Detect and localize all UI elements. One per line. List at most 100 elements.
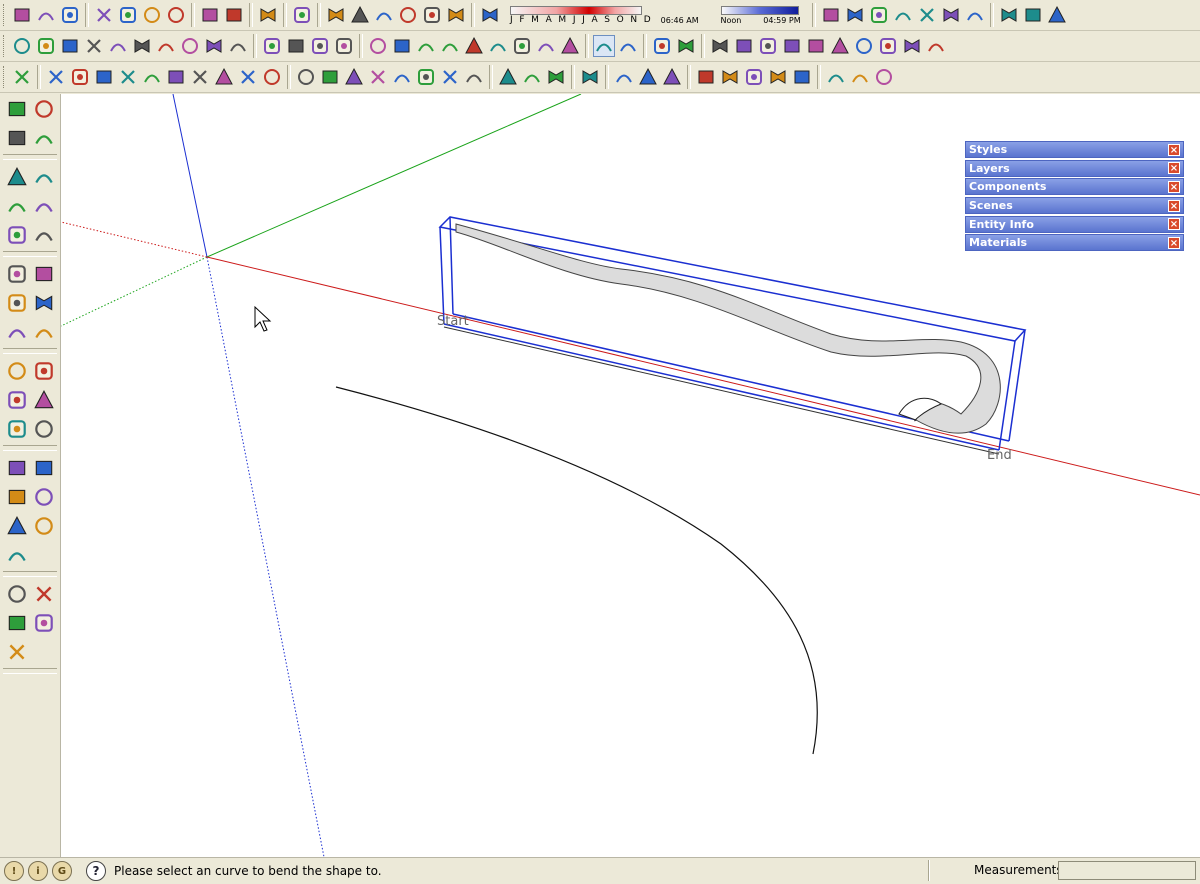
toggle-terrain-button[interactable] [4,610,29,636]
offset-button[interactable] [31,319,56,345]
diamond-button[interactable] [675,35,697,57]
rotate-button[interactable] [4,290,29,316]
oval-button[interactable] [309,35,331,57]
paint-bucket-button[interactable] [4,125,29,151]
close-icon[interactable]: × [1168,180,1180,193]
tray-panel-materials[interactable]: Materials × [965,234,1184,252]
parallelogram-button[interactable] [487,35,509,57]
tray-panel-styles[interactable]: Styles × [965,141,1184,158]
stretch-button[interactable] [391,66,413,88]
close-icon[interactable]: × [1168,143,1180,156]
eraser-button[interactable] [31,125,56,151]
arc-button[interactable] [107,35,129,57]
tape-measure-button[interactable] [4,358,29,384]
cut-button[interactable] [93,4,115,26]
wireframe-button[interactable] [868,4,890,26]
layers-folder-button[interactable] [849,66,871,88]
close-icon[interactable]: × [1168,236,1180,249]
push-pull-group-button[interactable] [343,66,365,88]
zigzag-button[interactable] [179,35,201,57]
close-icon[interactable]: × [1168,199,1180,212]
lift-button[interactable] [579,66,601,88]
component-button[interactable] [1046,4,1068,26]
selected-shape[interactable] [438,216,1027,455]
tray-panel-entity-info[interactable]: Entity Info × [965,215,1184,233]
axis-j-button[interactable] [695,66,717,88]
filter-axis-button[interactable] [925,35,947,57]
tray-panel-components[interactable]: Components × [965,178,1184,196]
filter-text-button[interactable] [877,35,899,57]
toolbar-grip[interactable] [3,35,7,57]
box-cut-button[interactable] [213,66,235,88]
shadow-settings-button[interactable] [479,4,501,26]
section-button[interactable] [613,66,635,88]
geo-location-icon[interactable]: ! [4,861,24,881]
dimension-button[interactable] [69,66,91,88]
window-button[interactable] [873,66,895,88]
soften-button[interactable] [295,66,317,88]
add-location-button[interactable] [4,581,29,607]
rotate-cycle-button[interactable] [521,66,543,88]
offset-square-button[interactable] [593,35,615,57]
make-component-button[interactable] [31,96,56,122]
open-button[interactable] [35,4,57,26]
orbit-button[interactable] [4,455,29,481]
ribbon-button[interactable] [261,66,283,88]
filter-edge-button[interactable] [733,35,755,57]
back-view-button[interactable] [421,4,443,26]
freehand-button[interactable] [31,222,56,248]
cube-button[interactable] [497,66,519,88]
sandbox-button[interactable] [1022,4,1044,26]
monochrome-button[interactable] [964,4,986,26]
add-point-button[interactable] [11,66,33,88]
arc-button[interactable] [31,193,56,219]
shaded-texture-button[interactable] [940,4,962,26]
right-view-button[interactable] [397,4,419,26]
select-button[interactable] [4,96,29,122]
pan-button[interactable] [31,455,56,481]
copy-button[interactable] [117,4,139,26]
zoom-extents-button[interactable] [4,513,29,539]
triangle-button[interactable] [439,35,461,57]
photo-match-button[interactable] [998,4,1020,26]
filter-layer-button[interactable] [829,35,851,57]
wrench-button[interactable] [285,35,307,57]
polyline-button[interactable] [35,35,57,57]
redo-button[interactable] [223,4,245,26]
quad-button[interactable] [651,35,673,57]
bucket-button[interactable] [165,66,187,88]
left-view-button[interactable] [445,4,467,26]
teardrop-button[interactable] [333,35,355,57]
hidden-line-button[interactable] [892,4,914,26]
new-button[interactable] [11,4,33,26]
axes-button[interactable] [4,416,29,442]
box-copy-button[interactable] [237,66,259,88]
shaded-button[interactable] [916,4,938,26]
account-icon[interactable]: G [52,861,72,881]
measurements-input[interactable] [1058,861,1196,880]
drawing-viewport[interactable]: Start End Styles × Layers × Components × Sc… [61,94,1200,857]
time-slider[interactable] [720,5,799,15]
scale-group-button[interactable] [367,66,389,88]
undo-button[interactable] [199,4,221,26]
spiral-button[interactable] [131,35,153,57]
toolbar-grip[interactable] [3,66,7,88]
filter-select-button[interactable] [709,35,731,57]
date-slider[interactable] [510,5,642,15]
box-button[interactable] [189,66,211,88]
polygon-button[interactable] [261,35,283,57]
extrude-button[interactable] [93,66,115,88]
protractor-button[interactable] [4,387,29,413]
shape-bender-button[interactable] [545,66,567,88]
toolbar-grip[interactable] [3,4,7,26]
remove-location-button[interactable] [31,581,56,607]
pan-hand-button[interactable] [825,66,847,88]
star-button[interactable] [661,66,683,88]
zoom-all-button[interactable] [4,542,30,568]
move-axis-button[interactable] [791,66,813,88]
circle-button[interactable] [4,193,29,219]
square-button[interactable] [391,35,413,57]
guide-line-button[interactable] [45,66,67,88]
paint-face-button[interactable] [141,66,163,88]
chair-button[interactable] [117,66,139,88]
